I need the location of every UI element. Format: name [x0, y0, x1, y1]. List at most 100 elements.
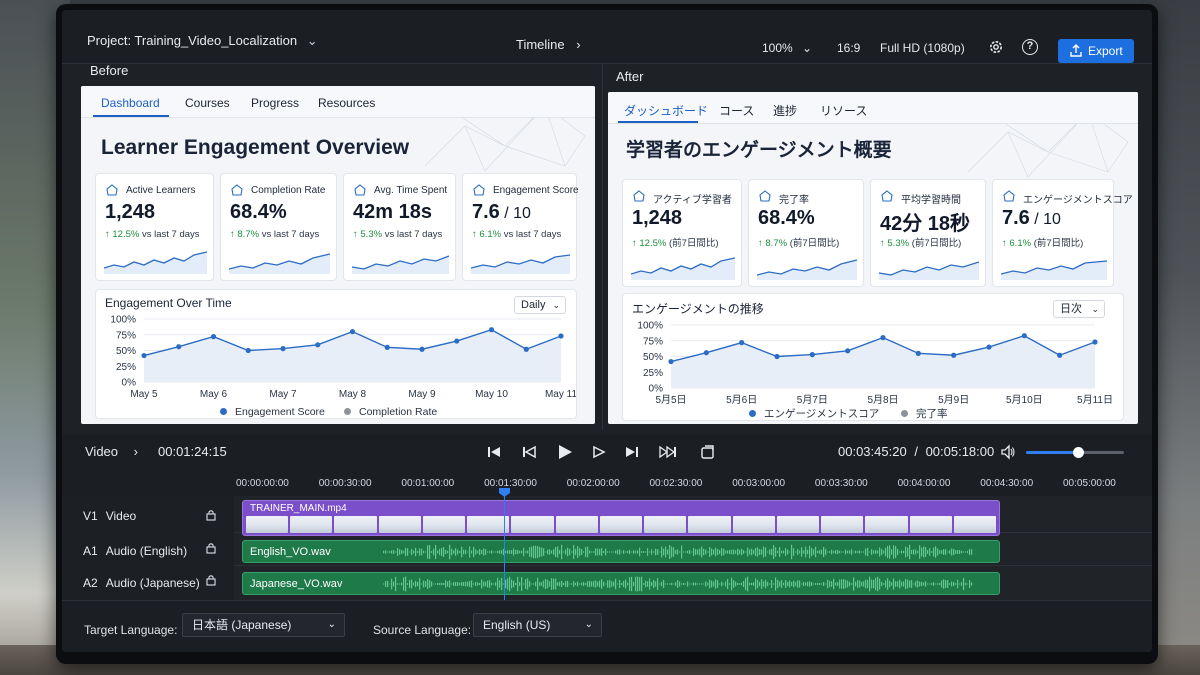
- waveform-bar: [523, 547, 525, 557]
- sparkline: [352, 255, 449, 274]
- tab-progress[interactable]: 進捗: [773, 102, 797, 119]
- video-clip[interactable]: TRAINER_MAIN.mp4: [242, 500, 1000, 536]
- source-language-select[interactable]: English (US) ⌄: [473, 613, 602, 637]
- waveform-bar: [589, 550, 591, 554]
- tab-resources[interactable]: リソース: [820, 102, 867, 119]
- waveform-bar: [751, 548, 753, 556]
- play-icon[interactable]: [556, 443, 574, 461]
- waveform-bar: [881, 548, 883, 556]
- waveform-bar: [635, 550, 637, 554]
- skip-end-icon[interactable]: [624, 444, 640, 460]
- waveform-bar: [771, 548, 773, 556]
- tab-courses[interactable]: Courses: [185, 96, 230, 110]
- waveform-bar: [437, 582, 439, 586]
- playhead[interactable]: [504, 490, 505, 608]
- waveform-bar: [959, 549, 961, 555]
- waveform-bar: [517, 576, 519, 592]
- waveform-bar: [451, 548, 453, 556]
- clip-name: Japanese_VO.wav: [250, 578, 343, 590]
- fast-forward-icon[interactable]: [659, 444, 677, 460]
- project-selector[interactable]: Project: Training_Video_Localization ⌄: [87, 33, 318, 49]
- export-button[interactable]: Export: [1058, 39, 1134, 63]
- tab-courses[interactable]: コース: [719, 102, 754, 119]
- waveform-bar: [405, 547, 407, 557]
- waveform-bar: [389, 583, 391, 585]
- waveform-bar: [947, 551, 949, 553]
- waveform-bar: [639, 547, 641, 557]
- waveform-bar: [407, 548, 409, 556]
- track-header-a2[interactable]: A2 Audio (Japanese): [83, 576, 200, 590]
- lock-icon[interactable]: [206, 509, 216, 521]
- kpi-card-active-learners[interactable]: アクティブ学習者 1,248 ↑ 12.5% (前7日間比): [622, 179, 742, 287]
- track-id: V1: [83, 509, 98, 523]
- zoom-select[interactable]: 100% ⌄: [762, 41, 812, 55]
- waveform-bar: [399, 583, 401, 585]
- waveform-bar: [951, 581, 953, 587]
- resolution-select[interactable]: Full HD (1080p): [880, 41, 965, 55]
- waveform-bar: [543, 548, 545, 556]
- kpi-card-avg-time[interactable]: Avg. Time Spent 42m 18s ↑ 5.3% vs last 7…: [343, 173, 456, 281]
- kpi-card-avg-time[interactable]: 平均学習時間 42分 18秒 ↑ 5.3% (前7日間比): [870, 179, 986, 287]
- waveform-bar: [779, 547, 781, 557]
- waveform-bar: [433, 548, 435, 556]
- tab-dashboard[interactable]: Dashboard: [101, 96, 160, 110]
- kpi-card-engagement-score[interactable]: Engagement Score 7.6 / 10 ↑ 6.1% vs last…: [462, 173, 579, 281]
- skip-start-icon[interactable]: [486, 444, 502, 460]
- step-back-icon[interactable]: [521, 444, 537, 460]
- loop-icon[interactable]: [700, 444, 716, 460]
- waveform-bar: [829, 580, 831, 588]
- lock-icon[interactable]: [206, 542, 216, 554]
- kpi-card-active-learners[interactable]: Active Learners 1,248 ↑ 12.5% vs last 7 …: [95, 173, 214, 281]
- target-language-label: Target Language:: [84, 623, 178, 637]
- tab-dashboard[interactable]: ダッシュボード: [624, 102, 708, 119]
- target-language-select[interactable]: 日本語 (Japanese) ⌄: [182, 613, 345, 637]
- waveform-bar: [623, 550, 625, 554]
- waveform-bar: [383, 550, 385, 554]
- ruler-tick-label: 00:04:00:00: [897, 478, 951, 489]
- waveform-bar: [705, 549, 707, 555]
- waveform-bar: [547, 549, 549, 555]
- waveform-bar: [781, 580, 783, 588]
- tab-resources[interactable]: Resources: [318, 96, 375, 110]
- waveform-bar: [529, 581, 531, 587]
- waveform-bar: [493, 583, 495, 585]
- waveform-bar: [693, 582, 695, 586]
- waveform-bar: [883, 583, 885, 585]
- audio-clip-japanese[interactable]: Japanese_VO.wav: [242, 572, 1000, 595]
- waveform-bar: [507, 550, 509, 554]
- step-forward-icon[interactable]: [591, 444, 607, 460]
- waveform-bar: [467, 581, 469, 587]
- waveform-bar: [471, 550, 473, 554]
- volume-icon[interactable]: [1000, 444, 1016, 460]
- waveform-bar: [899, 551, 901, 553]
- waveform-bar: [613, 551, 615, 553]
- waveform-bar: [653, 579, 655, 589]
- track-header-a1[interactable]: A1 Audio (English): [83, 544, 187, 558]
- waveform-bar: [575, 582, 577, 586]
- kpi-card-completion-rate[interactable]: Completion Rate 68.4% ↑ 8.7% vs last 7 d…: [220, 173, 337, 281]
- y-tick-label: 50%: [116, 346, 136, 357]
- track-header-v1[interactable]: V1 Video: [83, 509, 136, 523]
- tab-progress[interactable]: Progress: [251, 96, 299, 110]
- current-timecode: 00:01:24:15: [158, 444, 227, 459]
- kpi-card-completion-rate[interactable]: 完了率 68.4% ↑ 8.7% (前7日間比): [748, 179, 864, 287]
- waveform-bar: [519, 550, 521, 554]
- help-icon[interactable]: ?: [1022, 39, 1038, 55]
- waveform-bar: [945, 549, 947, 555]
- waveform-bar: [777, 579, 779, 589]
- waveform-bar: [747, 576, 749, 592]
- waveform-bar: [591, 581, 593, 587]
- waveform-bar: [813, 583, 815, 585]
- waveform-bar: [931, 583, 933, 585]
- volume-slider-knob[interactable]: [1073, 447, 1084, 458]
- audio-clip-english[interactable]: English_VO.wav: [242, 540, 1000, 563]
- waveform-bar: [969, 580, 971, 588]
- gear-icon[interactable]: [988, 39, 1004, 55]
- timeline-breadcrumb[interactable]: Timeline ›: [516, 37, 581, 52]
- waveform-bar: [425, 551, 427, 553]
- kpi-card-engagement-score[interactable]: エンゲージメントスコア 7.6 / 10 ↑ 6.1% (前7日間比): [992, 179, 1133, 287]
- lock-icon[interactable]: [206, 574, 216, 586]
- waveform-bar: [459, 582, 461, 586]
- section-selector[interactable]: Video ›: [85, 444, 138, 459]
- aspect-ratio[interactable]: 16:9: [837, 41, 860, 55]
